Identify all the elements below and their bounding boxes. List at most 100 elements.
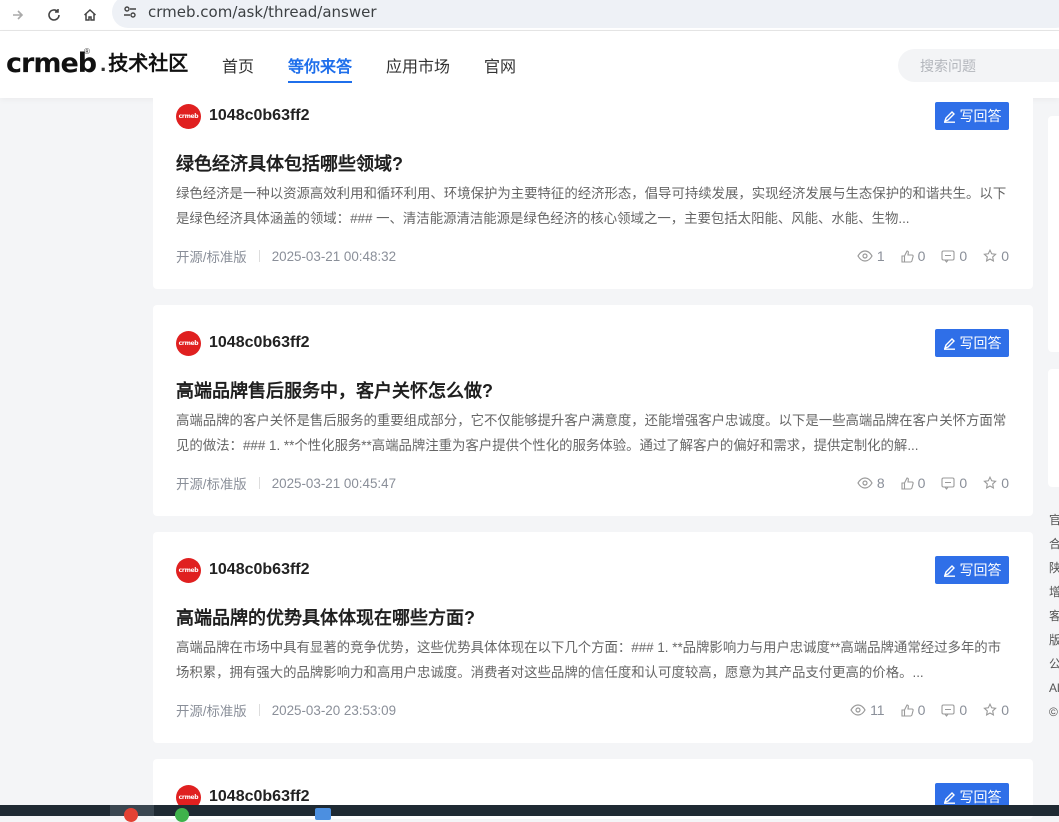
question-title[interactable]: 绿色经济具体包括哪些领域?: [176, 150, 403, 176]
views-stat: 8: [857, 475, 885, 491]
write-answer-label: 写回答: [959, 789, 1002, 805]
question-meta: 开源/标准版 2025-03-21 00:45:47 8 0 0 0: [176, 473, 1009, 493]
question-title[interactable]: 高端品牌的优势具体体现在哪些方面?: [176, 604, 475, 630]
pencil-icon: [943, 337, 955, 350]
username[interactable]: 1048c0b63ff2: [209, 107, 310, 125]
views-count: 1: [876, 248, 885, 264]
write-answer-button[interactable]: 写回答: [935, 556, 1009, 584]
footer-link[interactable]: 官: [1049, 508, 1059, 532]
sidebar-panel: [1048, 116, 1059, 352]
pencil-icon: [943, 110, 955, 123]
favorites-count: 0: [1001, 475, 1009, 491]
views-stat: 1: [857, 248, 885, 264]
address-bar[interactable]: crmeb.com/ask/thread/answer: [112, 0, 1059, 28]
category-tag[interactable]: 开源/标准版: [176, 700, 247, 720]
footer-link[interactable]: 陕: [1049, 556, 1059, 580]
comments-stat[interactable]: 0: [941, 702, 967, 718]
likes-count: 0: [917, 475, 926, 491]
footer-link[interactable]: Al: [1049, 676, 1059, 700]
question-title[interactable]: 高端品牌售后服务中，客户关怀怎么做?: [176, 377, 493, 403]
reload-icon[interactable]: [36, 0, 72, 30]
divider: [258, 477, 260, 489]
divider: [258, 704, 260, 716]
site-settings-icon[interactable]: [112, 4, 148, 20]
avatar[interactable]: crmeb: [176, 331, 201, 356]
site-logo[interactable]: crmeb ® . 技术社区: [6, 47, 188, 79]
category-tag[interactable]: 开源/标准版: [176, 246, 247, 266]
question-meta: 开源/标准版 2025-03-20 23:53:09 11 0 0 0: [176, 700, 1009, 720]
footer-link[interactable]: 客: [1049, 604, 1059, 628]
avatar[interactable]: crmeb: [176, 558, 201, 583]
url-text: crmeb.com/ask/thread/answer: [148, 3, 377, 21]
views-stat: 11: [850, 702, 885, 718]
pencil-icon: [943, 564, 955, 577]
category-tag[interactable]: 开源/标准版: [176, 473, 247, 493]
taskbar-app-icon[interactable]: [305, 805, 349, 820]
favorites-stat[interactable]: 0: [983, 248, 1009, 264]
favorites-count: 0: [1001, 248, 1009, 264]
star-icon: [983, 249, 998, 262]
username[interactable]: 1048c0b63ff2: [209, 788, 310, 806]
comments-count: 0: [959, 475, 968, 491]
likes-stat[interactable]: 0: [901, 702, 926, 718]
eye-icon: [850, 704, 866, 716]
pencil-icon: [943, 791, 955, 804]
views-count: 8: [876, 475, 885, 491]
likes-stat[interactable]: 0: [901, 475, 926, 491]
registered-mark-icon: ®: [84, 47, 90, 56]
question-excerpt: 绿色经济是一种以资源高效利用和循环利用、环境保护为主要特征的经济形态，倡导可持续…: [176, 186, 1007, 226]
footer-link[interactable]: ©: [1049, 700, 1059, 724]
username[interactable]: 1048c0b63ff2: [209, 561, 310, 579]
post-time: 2025-03-21 00:45:47: [271, 475, 397, 491]
sidebar-footer-links: 官 合 陕 增 客 版 公 Al ©: [1049, 508, 1059, 724]
comments-stat[interactable]: 0: [941, 248, 967, 264]
footer-link[interactable]: 版: [1049, 628, 1059, 652]
divider: [258, 250, 260, 262]
forward-icon[interactable]: [0, 0, 36, 30]
eye-icon: [857, 477, 873, 489]
question-excerpt: 高端品牌在市场中具有显著的竞争优势，这些优势具体体现在以下几个方面：### 1.…: [176, 640, 1002, 680]
home-icon[interactable]: [72, 0, 108, 30]
favorites-stat[interactable]: 0: [983, 702, 1009, 718]
avatar[interactable]: crmeb: [176, 104, 201, 129]
comment-icon: [941, 249, 955, 263]
browser-toolbar: crmeb.com/ask/thread/answer: [0, 0, 1059, 31]
views-count: 11: [870, 702, 885, 718]
comments-count: 0: [959, 248, 968, 264]
question-meta: 开源/标准版 2025-03-21 00:48:32 1 0 0 0: [176, 246, 1009, 266]
star-icon: [983, 476, 998, 489]
write-answer-label: 写回答: [959, 335, 1002, 351]
write-answer-label: 写回答: [959, 562, 1002, 578]
thumbs-up-icon: [901, 249, 914, 263]
post-time: 2025-03-21 00:48:32: [271, 248, 397, 264]
app-icon: [175, 808, 189, 822]
comments-stat[interactable]: 0: [941, 475, 967, 491]
write-answer-button[interactable]: 写回答: [935, 329, 1009, 357]
likes-count: 0: [917, 248, 926, 264]
write-answer-label: 写回答: [959, 108, 1002, 124]
footer-link[interactable]: 增: [1049, 580, 1059, 604]
question-card[interactable]: crmeb 1048c0b63ff2 写回答 高端品牌售后服务中，客户关怀怎么做…: [153, 305, 1033, 516]
footer-link[interactable]: 合: [1049, 532, 1059, 556]
thumbs-up-icon: [901, 703, 914, 717]
app-icon: [315, 808, 331, 820]
question-card[interactable]: crmeb 1048c0b63ff2 写回答 绿色经济具体包括哪些领域? 绿色经…: [153, 86, 1033, 289]
favorites-count: 0: [1001, 702, 1009, 718]
search-input[interactable]: [898, 49, 1059, 82]
os-taskbar: [0, 805, 1059, 822]
likes-stat[interactable]: 0: [901, 248, 926, 264]
logo-dot: .: [100, 51, 107, 76]
favorites-stat[interactable]: 0: [983, 475, 1009, 491]
comment-icon: [941, 476, 955, 490]
footer-link[interactable]: 公: [1049, 652, 1059, 676]
post-time: 2025-03-20 23:53:09: [271, 702, 397, 718]
write-answer-button[interactable]: 写回答: [935, 102, 1009, 130]
taskbar-app-icon[interactable]: [110, 805, 154, 822]
comment-icon: [941, 703, 955, 717]
eye-icon: [857, 250, 873, 262]
username[interactable]: 1048c0b63ff2: [209, 334, 310, 352]
likes-count: 0: [917, 702, 926, 718]
question-card[interactable]: crmeb 1048c0b63ff2 写回答 高端品牌的优势具体体现在哪些方面?…: [153, 532, 1033, 743]
taskbar-app-icon[interactable]: [165, 805, 209, 822]
logo-wordmark: crmeb: [6, 48, 97, 79]
